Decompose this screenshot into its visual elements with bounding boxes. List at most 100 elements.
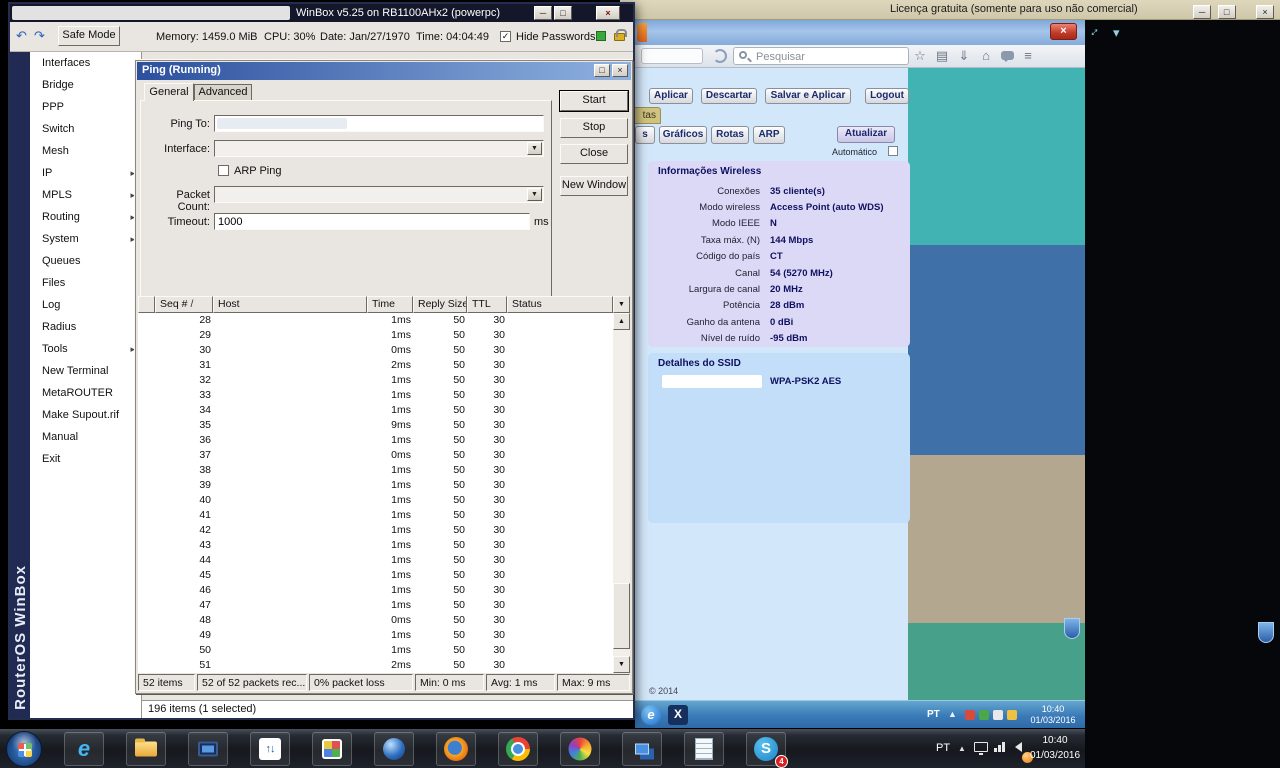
taskbar-globe[interactable] xyxy=(374,732,414,766)
ping-table-row[interactable]: 281ms5030 xyxy=(138,313,613,328)
maximize-button[interactable]: □ xyxy=(594,64,610,77)
sidebar-item-switch[interactable]: Switch xyxy=(30,118,141,140)
tray-icon[interactable] xyxy=(979,710,989,720)
redo-icon[interactable]: ↷ xyxy=(34,28,45,44)
sidebar-item-make-supout-rif[interactable]: Make Supout.rif xyxy=(30,404,141,426)
ping-table-row[interactable]: 391ms5030 xyxy=(138,478,613,493)
taskbar-app-grid[interactable] xyxy=(312,732,352,766)
ping-table-row[interactable]: 370ms5030 xyxy=(138,448,613,463)
ie-icon[interactable]: e xyxy=(641,705,661,725)
ping-table-row[interactable]: 431ms5030 xyxy=(138,538,613,553)
sidebar-item-bridge[interactable]: Bridge xyxy=(30,74,141,96)
ping-table-row[interactable]: 312ms5030 xyxy=(138,358,613,373)
language-indicator[interactable]: PT xyxy=(936,742,950,754)
minimize-button[interactable]: ─ xyxy=(1193,5,1211,19)
sidebar-item-mpls[interactable]: MPLS▸ xyxy=(30,184,141,206)
desktop-shortcut-icon[interactable] xyxy=(1064,618,1080,639)
tray-icon[interactable] xyxy=(965,710,975,720)
partial-tab[interactable]: tas xyxy=(635,107,661,124)
scroll-down-icon[interactable]: ▼ xyxy=(613,656,630,673)
ping-table-row[interactable]: 441ms5030 xyxy=(138,553,613,568)
save-apply-button[interactable]: Salvar e Aplicar xyxy=(765,88,851,104)
column-header-reply-size[interactable]: Reply Size xyxy=(413,296,467,313)
sidebar-item-interfaces[interactable]: Interfaces xyxy=(30,52,141,74)
ping-table-row[interactable]: 421ms5030 xyxy=(138,523,613,538)
ping-table-row[interactable]: 451ms5030 xyxy=(138,568,613,583)
sidebar-item-ip[interactable]: IP▸ xyxy=(30,162,141,184)
chat-icon[interactable] xyxy=(1001,51,1014,60)
new-window-button[interactable]: New Window xyxy=(560,176,628,196)
url-field[interactable] xyxy=(641,48,703,64)
sidebar-item-routing[interactable]: Routing▸ xyxy=(30,206,141,228)
sidebar-item-log[interactable]: Log xyxy=(30,294,141,316)
fullscreen-icon[interactable]: ↕ xyxy=(1088,24,1103,39)
tray-expand-icon[interactable]: ▲ xyxy=(948,709,957,719)
sidebar-item-files[interactable]: Files xyxy=(30,272,141,294)
chevron-down-icon[interactable]: ▾ xyxy=(1113,25,1120,41)
tab-general[interactable]: General xyxy=(144,83,194,101)
ping-table-row[interactable]: 300ms5030 xyxy=(138,343,613,358)
search-box[interactable]: Pesquisar xyxy=(733,47,909,65)
tray-icon[interactable] xyxy=(993,710,1003,720)
close-button[interactable]: Close xyxy=(560,144,628,164)
column-header-ttl[interactable]: TTL xyxy=(467,296,507,313)
sidebar-item-manual[interactable]: Manual xyxy=(30,426,141,448)
subtab-rotas[interactable]: Rotas xyxy=(711,126,749,144)
taskbar-chrome[interactable] xyxy=(498,732,538,766)
download-icon[interactable]: ⇓ xyxy=(955,48,973,64)
interface-dropdown[interactable]: ▼ xyxy=(214,140,544,157)
column-header-status[interactable]: Status xyxy=(507,296,613,313)
auto-refresh-checkbox[interactable] xyxy=(888,146,898,156)
subtab-partial[interactable]: s xyxy=(635,126,655,144)
dropdown-arrow-icon[interactable]: ▼ xyxy=(527,188,542,201)
ping-table-row[interactable]: 341ms5030 xyxy=(138,403,613,418)
logout-button[interactable]: Logout xyxy=(865,88,909,104)
scrollbar-thumb[interactable] xyxy=(613,583,630,649)
ping-table-row[interactable]: 401ms5030 xyxy=(138,493,613,508)
ping-table-row[interactable]: 480ms5030 xyxy=(138,613,613,628)
start-button[interactable] xyxy=(6,731,42,767)
filter-button[interactable]: ▼ xyxy=(613,296,630,313)
timeout-input[interactable] xyxy=(214,213,530,230)
remote-clock[interactable]: 10:40 01/03/2016 xyxy=(1025,704,1081,726)
reload-icon[interactable] xyxy=(713,49,727,63)
sidebar-item-queues[interactable]: Queues xyxy=(30,250,141,272)
sidebar-item-mesh[interactable]: Mesh xyxy=(30,140,141,162)
taskbar-firefox[interactable] xyxy=(436,732,476,766)
sidebar-item-exit[interactable]: Exit xyxy=(30,448,141,470)
start-button[interactable]: Start xyxy=(560,91,628,111)
tab-advanced[interactable]: Advanced xyxy=(194,84,252,100)
taskbar-explorer[interactable] xyxy=(126,732,166,766)
desktop-shortcut-icon[interactable] xyxy=(1258,622,1274,643)
column-selector[interactable] xyxy=(138,296,155,313)
firefox-menu-button[interactable] xyxy=(637,23,647,42)
arp-ping-checkbox[interactable] xyxy=(218,165,229,176)
taskbar-notepad[interactable] xyxy=(684,732,724,766)
home-icon[interactable]: ⌂ xyxy=(977,48,995,63)
safe-mode-button[interactable]: Safe Mode xyxy=(58,26,120,46)
close-button[interactable]: × xyxy=(1256,5,1274,19)
column-header-seq[interactable]: Seq #/ xyxy=(155,296,213,313)
display-tray-icon[interactable] xyxy=(974,742,988,752)
x-app-icon[interactable]: X xyxy=(668,705,688,725)
taskbar-skype[interactable]: S 4 xyxy=(746,732,786,766)
undo-icon[interactable]: ↶ xyxy=(16,28,27,44)
ping-table-row[interactable]: 291ms5030 xyxy=(138,328,613,343)
taskbar-ie[interactable]: e xyxy=(64,732,104,766)
ping-table-row[interactable]: 471ms5030 xyxy=(138,598,613,613)
stop-button[interactable]: Stop xyxy=(560,118,628,138)
taskbar-window-app[interactable] xyxy=(622,732,662,766)
library-icon[interactable]: ▤ xyxy=(933,48,951,64)
minimize-button[interactable]: ─ xyxy=(534,6,552,20)
apply-button[interactable]: Aplicar xyxy=(649,88,693,104)
vertical-scrollbar[interactable]: ▲ ▼ xyxy=(613,313,630,673)
subtab-graficos[interactable]: Gráficos xyxy=(659,126,707,144)
sidebar-item-ppp[interactable]: PPP xyxy=(30,96,141,118)
taskbar-winbox[interactable]: ↑↓ xyxy=(250,732,290,766)
sidebar-item-radius[interactable]: Radius xyxy=(30,316,141,338)
tray-expand-icon[interactable]: ▲ xyxy=(958,744,966,753)
subtab-arp[interactable]: ARP xyxy=(753,126,785,144)
column-header-time[interactable]: Time xyxy=(367,296,413,313)
refresh-button[interactable]: Atualizar xyxy=(837,126,895,143)
taskbar-media[interactable] xyxy=(560,732,600,766)
